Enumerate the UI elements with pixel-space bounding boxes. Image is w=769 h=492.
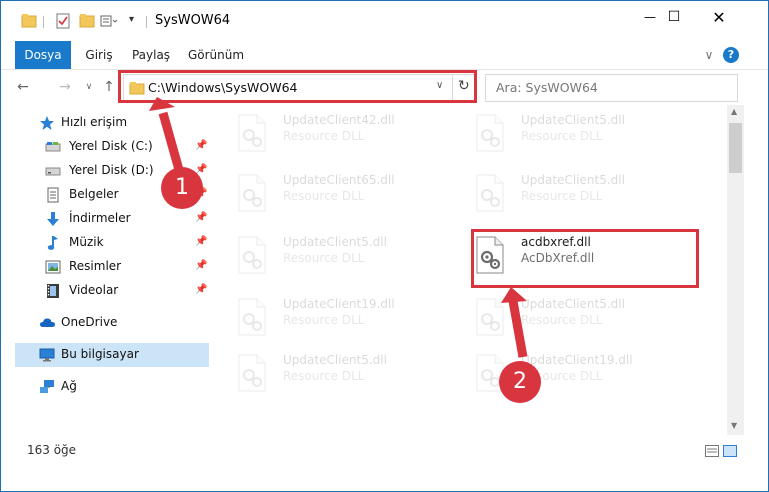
arrow-2-shaft <box>508 300 528 358</box>
explorer-window: ▾ SysWOW64 — ☐ ✕ Dosya Giriş Paylaş Görü… <box>0 0 769 492</box>
arrow-2-head <box>501 287 527 303</box>
annotation-arrows <box>149 97 528 358</box>
step-2-badge: 2 <box>499 361 541 403</box>
step-1-badge: 1 <box>161 167 203 209</box>
arrow-1-head <box>149 97 175 111</box>
